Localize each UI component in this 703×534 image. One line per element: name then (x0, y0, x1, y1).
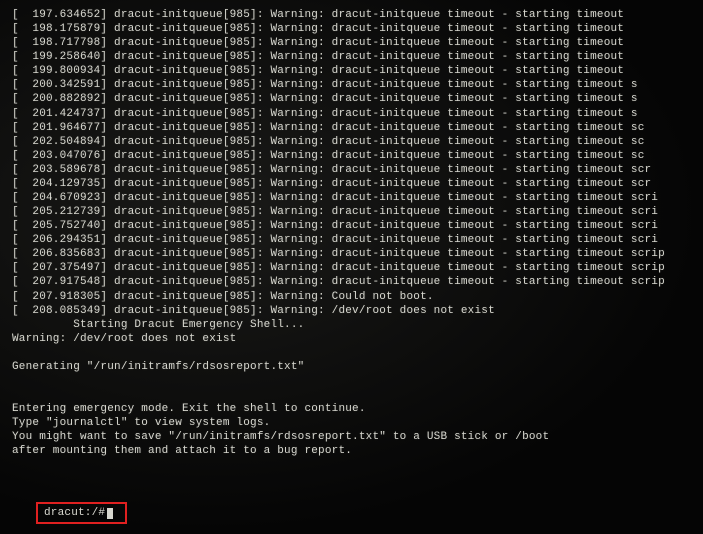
log-line: [ 200.342591] dracut-initqueue[985]: War… (12, 78, 703, 92)
log-line (12, 388, 703, 402)
console-output: [ 197.634652] dracut-initqueue[985]: War… (12, 8, 703, 487)
log-line: [ 203.589678] dracut-initqueue[985]: War… (12, 163, 703, 177)
log-line: [ 198.717798] dracut-initqueue[985]: War… (12, 36, 703, 50)
log-line: Generating "/run/initramfs/rdsosreport.t… (12, 360, 703, 374)
log-line: You might want to save "/run/initramfs/r… (12, 430, 703, 444)
log-line: [ 201.424737] dracut-initqueue[985]: War… (12, 107, 703, 121)
log-line (12, 374, 703, 388)
log-line (12, 473, 703, 487)
log-line: [ 202.504894] dracut-initqueue[985]: War… (12, 135, 703, 149)
log-line: after mounting them and attach it to a b… (12, 444, 703, 458)
cursor-icon (107, 508, 113, 519)
log-line: [ 201.964677] dracut-initqueue[985]: War… (12, 121, 703, 135)
log-line: [ 206.835683] dracut-initqueue[985]: War… (12, 247, 703, 261)
log-line: [ 200.882892] dracut-initqueue[985]: War… (12, 92, 703, 106)
log-line (12, 459, 703, 473)
shell-prompt[interactable]: dracut:/# (44, 507, 105, 519)
log-line (12, 346, 703, 360)
log-line: Entering emergency mode. Exit the shell … (12, 402, 703, 416)
log-line: [ 205.212739] dracut-initqueue[985]: War… (12, 205, 703, 219)
log-line: [ 197.634652] dracut-initqueue[985]: War… (12, 8, 703, 22)
log-line: Starting Dracut Emergency Shell... (12, 318, 703, 332)
log-line: [ 207.375497] dracut-initqueue[985]: War… (12, 261, 703, 275)
log-line: [ 199.258640] dracut-initqueue[985]: War… (12, 50, 703, 64)
log-line: [ 204.670923] dracut-initqueue[985]: War… (12, 191, 703, 205)
log-line: [ 207.918305] dracut-initqueue[985]: War… (12, 290, 703, 304)
log-line: [ 205.752740] dracut-initqueue[985]: War… (12, 219, 703, 233)
log-line: [ 199.800934] dracut-initqueue[985]: War… (12, 64, 703, 78)
log-line: [ 208.085349] dracut-initqueue[985]: War… (12, 304, 703, 318)
log-line: [ 204.129735] dracut-initqueue[985]: War… (12, 177, 703, 191)
log-line: [ 206.294351] dracut-initqueue[985]: War… (12, 233, 703, 247)
log-line: Type "journalctl" to view system logs. (12, 416, 703, 430)
log-line: [ 207.917548] dracut-initqueue[985]: War… (12, 275, 703, 289)
shell-prompt-highlight: dracut:/# (36, 502, 127, 524)
log-line: [ 198.175879] dracut-initqueue[985]: War… (12, 22, 703, 36)
log-line: Warning: /dev/root does not exist (12, 332, 703, 346)
log-line: [ 203.047076] dracut-initqueue[985]: War… (12, 149, 703, 163)
